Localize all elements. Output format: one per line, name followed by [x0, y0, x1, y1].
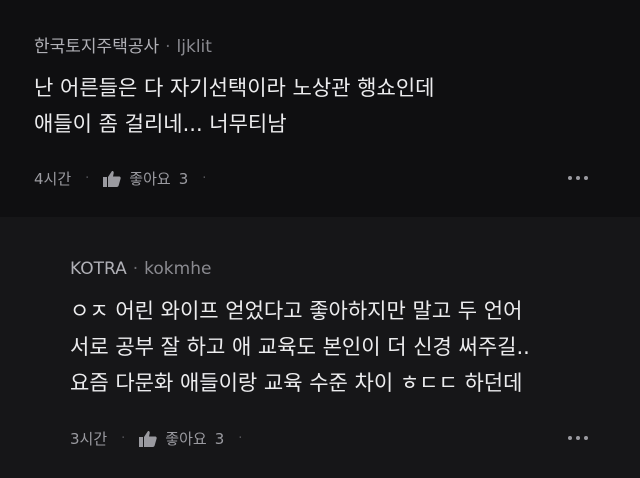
more-horizontal-icon-dot — [584, 436, 588, 440]
meta-separator-dot: · — [165, 37, 171, 57]
comment-meta: KOTRA · kokmhe — [70, 259, 211, 279]
thumbs-up-icon — [103, 170, 122, 187]
comment-handle[interactable]: ljklit — [177, 37, 212, 57]
comment-actions: 3시간 · 좋아요 3 · — [70, 428, 256, 449]
comment-handle[interactable]: kokmhe — [144, 259, 211, 279]
like-button[interactable]: 좋아요 3 — [139, 428, 224, 449]
like-label: 좋아요 — [129, 170, 171, 188]
meta-separator-dot: · — [132, 259, 139, 279]
reply-comment: KOTRA · kokmhe ㅇㅈ 어린 와이프 얻었다고 좋아하지만 말고 두 언… — [0, 217, 640, 478]
comment-actions: 4시간 · 좋아요 3 · — [34, 168, 220, 189]
thumbs-up-icon — [139, 430, 158, 447]
comment-line: 난 어른들은 다 자기선택이라 노상관 행쇼인데 — [34, 76, 435, 100]
comment-line: 요즘 다문화 애들이랑 교육 수준 차이 ㅎㄷㄷ 하던데 — [70, 371, 523, 395]
comment-line: 서로 공부 잘 하고 애 교육도 본인이 더 신경 써주길.. — [70, 335, 530, 359]
comment: 한국토지주택공사 · ljklit 난 어른들은 다 자기선택이라 노상관 행쇼인데… — [0, 0, 640, 217]
more-horizontal-icon-dot — [584, 176, 588, 180]
more-options-button[interactable] — [568, 436, 588, 440]
comment-meta: 한국토지주택공사 · ljklit — [34, 32, 212, 57]
more-horizontal-icon-dot — [568, 176, 572, 180]
comment-time: 3시간 — [70, 430, 108, 448]
action-separator: · — [202, 171, 207, 186]
like-label: 좋아요 — [165, 430, 207, 448]
comment-line: ㅇㅈ 어린 와이프 얻었다고 좋아하지만 말고 두 언어 — [70, 299, 523, 323]
more-options-button[interactable] — [568, 176, 588, 180]
comment-author[interactable]: KOTRA — [70, 259, 127, 279]
more-horizontal-icon-dot — [576, 436, 580, 440]
more-horizontal-icon-dot — [576, 176, 580, 180]
comment-body: ㅇㅈ 어린 와이프 얻었다고 좋아하지만 말고 두 언어 서로 공부 잘 하고 … — [70, 293, 530, 401]
action-separator: · — [121, 431, 126, 446]
like-count: 3 — [214, 429, 225, 448]
like-count: 3 — [178, 169, 189, 188]
more-horizontal-icon-dot — [568, 436, 572, 440]
like-button[interactable]: 좋아요 3 — [103, 168, 188, 189]
comment-body: 난 어른들은 다 자기선택이라 노상관 행쇼인데 애들이 좀 걸리네... 너무… — [34, 70, 434, 142]
comment-time: 4시간 — [34, 170, 72, 188]
action-separator: · — [85, 171, 90, 186]
comment-author[interactable]: 한국토지주택공사 — [34, 37, 159, 57]
action-separator: · — [238, 431, 243, 446]
comment-line: 애들이 좀 걸리네... 너무티남 — [34, 112, 287, 136]
